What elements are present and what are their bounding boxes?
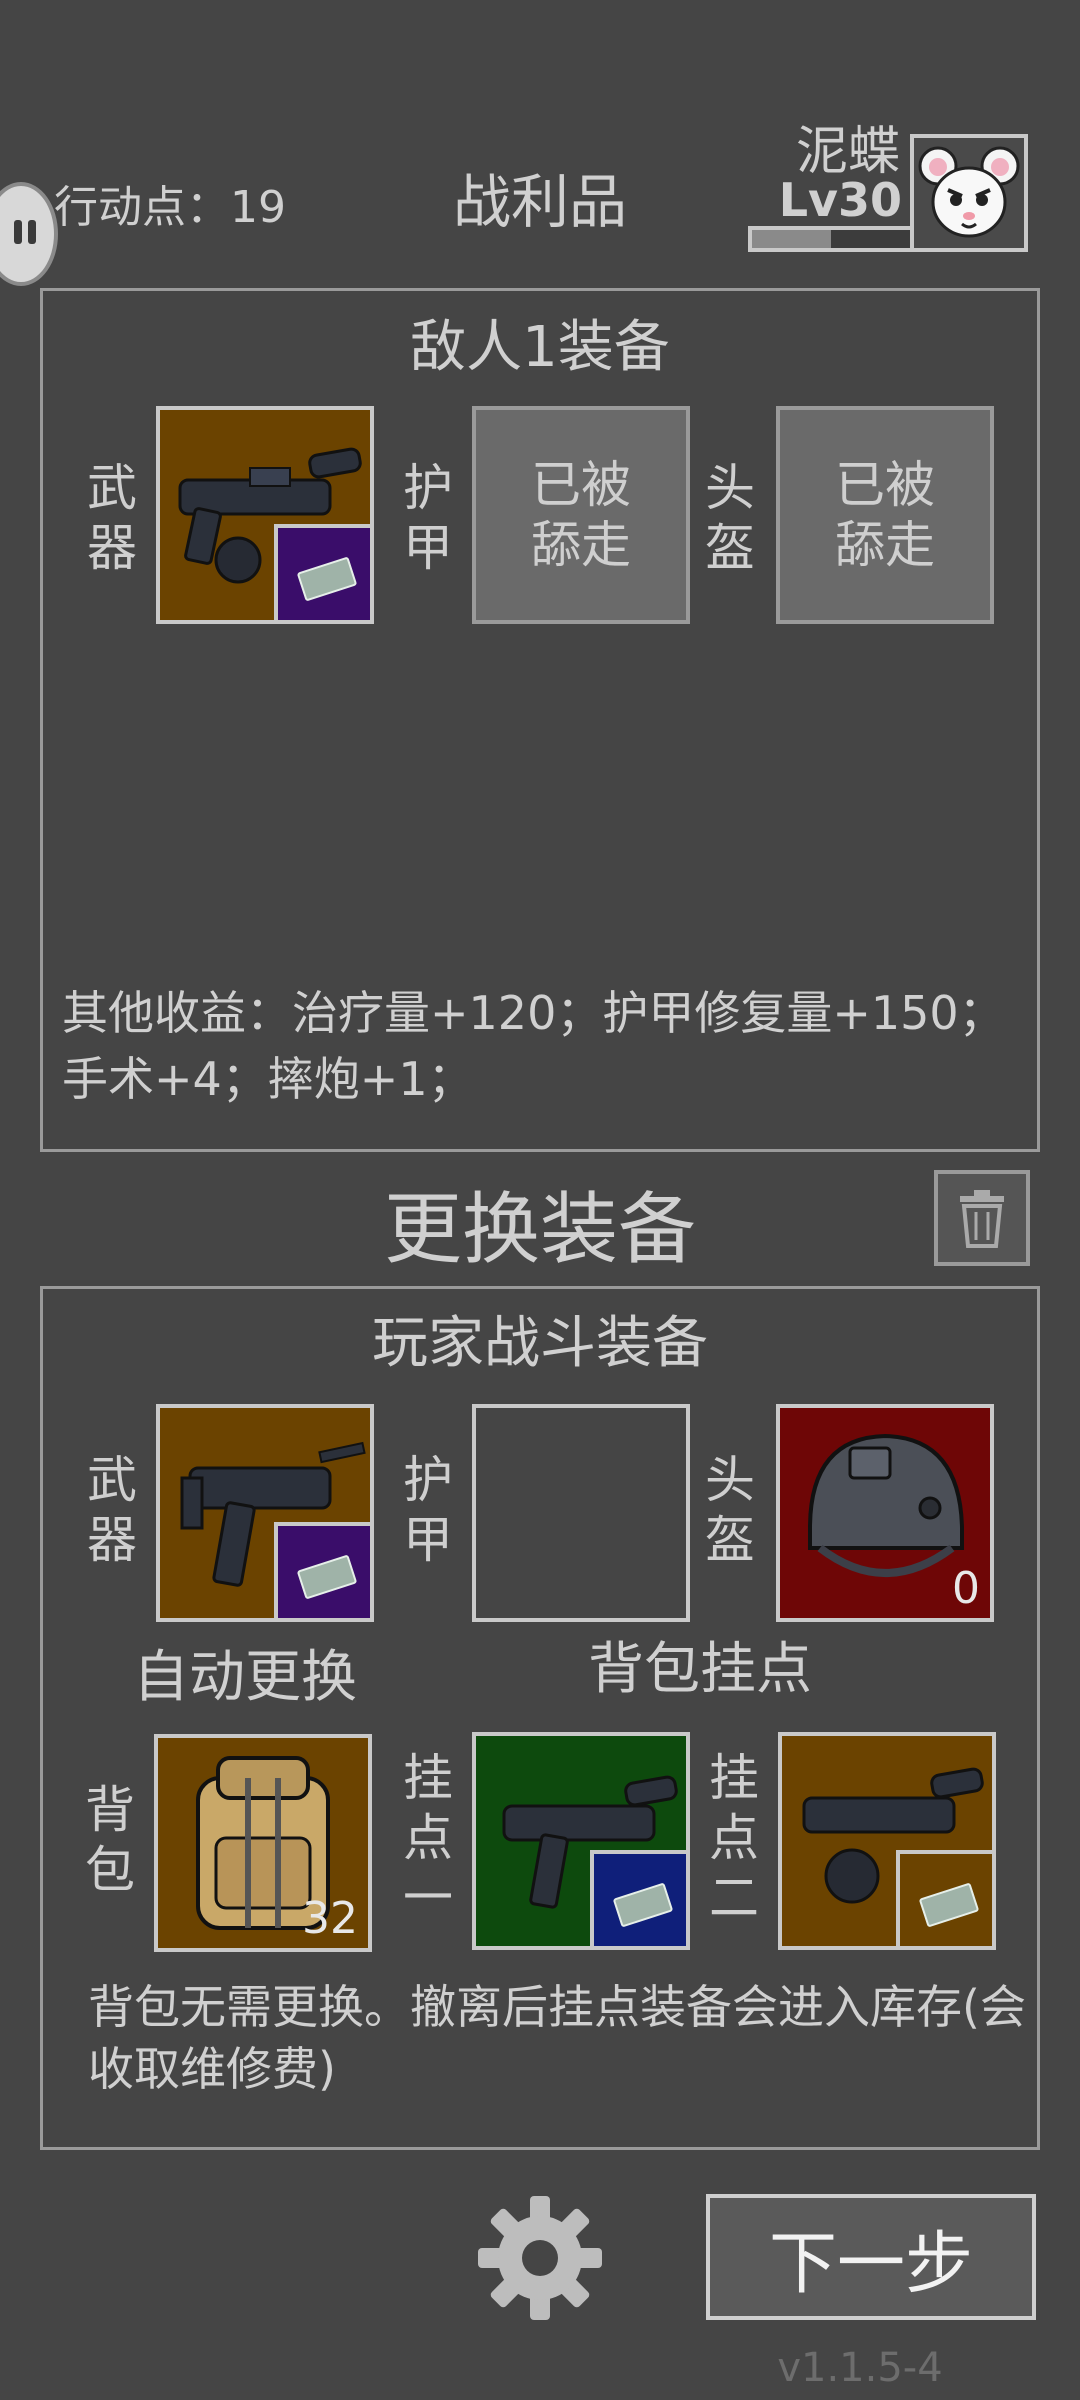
gear-icon [478,2196,602,2320]
enemy-helmet-label: 头盔 [705,459,755,577]
other-income-text: 其他收益：治疗量+120；护甲修复量+150；手术+4；摔炮+1； [62,986,1005,1106]
ammo-icon [296,1554,358,1600]
change-equipment-title: 更换装备 [383,1185,696,1275]
backpack-label: 背包 [85,1781,135,1899]
player-helmet-slot[interactable]: 0 [776,1404,994,1622]
mount2-ammo-badge [896,1850,992,1946]
helmet-durability: 0 [952,1563,980,1614]
player-weapon-label: 武器 [87,1451,137,1569]
version-text: v1.1.5-4 [777,2345,943,2391]
next-step-label: 下一步 [768,2224,973,2304]
backpack-note: 背包无需更换。撤离后挂点装备会进入库存(会收取维修费) [88,1980,1026,2096]
player-weapon-ammo-badge [274,1522,370,1618]
ammo-icon [612,1882,674,1928]
enemy-equipment-title: 敌人1装备 [410,315,670,380]
trash-icon [960,1190,1004,1248]
mount1-ammo-badge [590,1850,686,1946]
enemy-helmet-slot[interactable]: 已被舔走 [776,406,994,624]
player-armor-label: 护甲 [403,1451,453,1569]
xp-bar [748,226,914,252]
player-equipment-title: 玩家战斗装备 [372,1311,708,1376]
settings-button[interactable] [474,2192,606,2324]
ammo-icon [296,556,358,602]
enemy-armor-status: 已被舔走 [531,456,631,574]
backpack-mounts-label: 背包挂点 [588,1637,812,1702]
mount2-label: 挂点二 [709,1749,759,1927]
mount1-label: 挂点一 [403,1749,453,1927]
backpack-slot[interactable]: 32 [154,1734,372,1952]
action-points: 行动点：19 [54,182,286,233]
enemy-weapon-slot[interactable] [156,406,374,624]
enemy-helmet-status: 已被舔走 [835,456,935,574]
mount1-slot[interactable] [472,1732,690,1950]
next-step-button[interactable]: 下一步 [706,2194,1036,2320]
ammo-icon [918,1882,980,1928]
mount2-slot[interactable] [778,1732,996,1950]
trash-button[interactable] [934,1170,1030,1266]
auto-replace-label[interactable]: 自动更换 [110,1640,380,1716]
pause-button[interactable] [0,182,58,286]
player-level: Lv30 [778,173,902,227]
player-weapon-slot[interactable] [156,1404,374,1622]
avatar-mouse-icon [918,146,1020,238]
avatar[interactable] [910,134,1028,252]
xp-bar-fill [752,230,831,248]
enemy-armor-slot[interactable]: 已被舔走 [472,406,690,624]
page-title: 战利品 [452,168,627,236]
player-armor-slot[interactable] [472,1404,690,1622]
enemy-weapon-ammo-badge [274,524,370,620]
backpack-capacity: 32 [302,1893,358,1944]
enemy-armor-label: 护甲 [403,459,453,577]
player-helmet-label: 头盔 [705,1451,755,1569]
enemy-weapon-label: 武器 [87,459,137,577]
pause-icon [14,220,40,248]
